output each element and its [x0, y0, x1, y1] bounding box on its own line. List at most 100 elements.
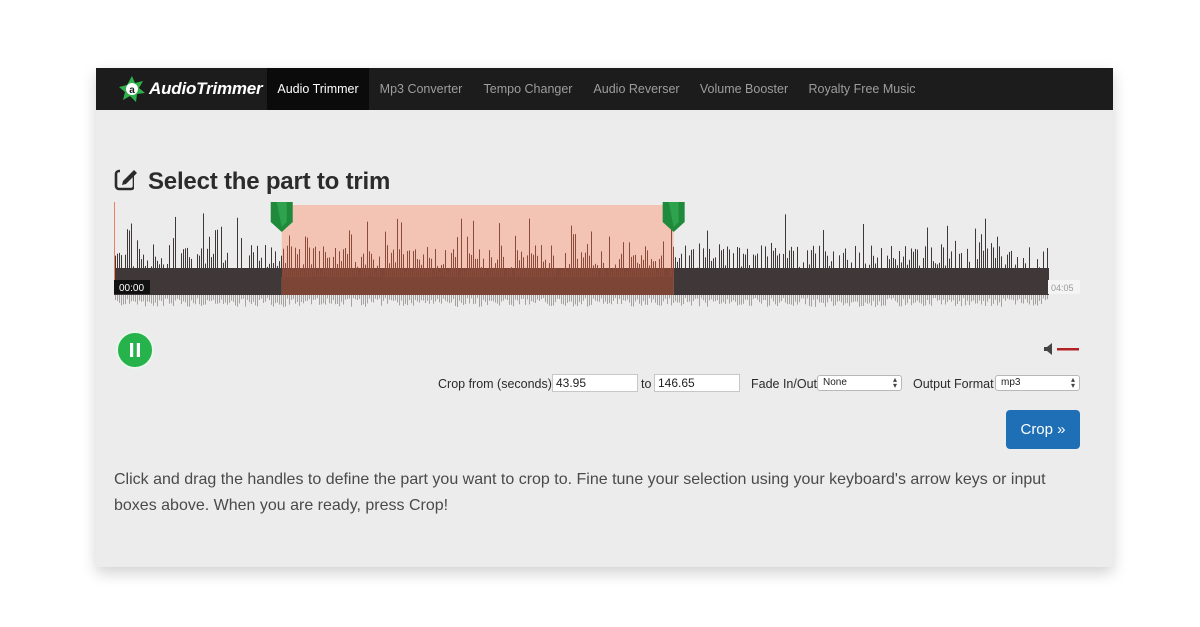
waveform-bar: [635, 254, 636, 277]
waveform-bar: [535, 245, 536, 277]
waveform-reflection: [135, 295, 136, 302]
waveform-reflection: [1007, 295, 1008, 299]
volume-slider[interactable]: [1057, 348, 1079, 351]
waveform-reflection: [885, 295, 886, 306]
waveform-bar: [411, 270, 412, 277]
nav-item-audio-trimmer[interactable]: Audio Trimmer: [267, 68, 369, 110]
waveform-bar: [565, 252, 566, 277]
waveform-bar: [655, 261, 656, 277]
waveform-reflection: [617, 295, 618, 304]
waveform-bar: [501, 245, 502, 277]
waveform-bar: [681, 253, 682, 277]
waveform-reflection: [745, 295, 746, 300]
waveform-bar: [735, 274, 736, 277]
volume-control[interactable]: [1044, 343, 1080, 355]
crop-from-input[interactable]: [552, 374, 638, 392]
speaker-icon: [1044, 343, 1052, 355]
waveform-bar: [333, 256, 334, 277]
waveform-reflection: [699, 295, 700, 307]
waveform-reflection: [1013, 295, 1014, 301]
waveform-bar: [203, 213, 204, 277]
waveform-reflection: [703, 295, 704, 301]
logo-icon: a: [118, 75, 146, 103]
waveform-reflection: [337, 295, 338, 304]
waveform-bar: [831, 261, 832, 277]
waveform-reflection: [871, 295, 872, 306]
waveform-reflection: [919, 295, 920, 303]
waveform-reflection: [1009, 295, 1010, 300]
waveform-reflection: [1047, 295, 1048, 300]
waveform-bar: [771, 242, 772, 277]
crop-button[interactable]: Crop »: [1006, 410, 1080, 449]
waveform-reflection: [321, 295, 322, 305]
svg-text:a: a: [129, 85, 135, 96]
waveform-bar: [673, 246, 674, 277]
waveform[interactable]: 00:00 04:05: [114, 202, 1084, 312]
waveform-bar: [651, 259, 652, 277]
waveform-reflection: [453, 295, 454, 300]
waveform-bar: [339, 251, 340, 277]
waveform-bar: [297, 254, 298, 277]
waveform-bar: [525, 267, 526, 277]
waveform-bar: [579, 271, 580, 277]
waveform-reflection: [779, 295, 780, 303]
svg-text:00:00: 00:00: [119, 283, 144, 294]
waveform-bar: [973, 271, 974, 277]
crop-controls: Crop from (seconds): to Fade In/Out None…: [96, 374, 1113, 394]
waveform-reflection: [877, 295, 878, 306]
fade-select[interactable]: None ▴ ▾: [817, 375, 902, 391]
waveform-bar: [511, 267, 512, 277]
waveform-bar: [151, 266, 152, 277]
nav-item-mp3-converter[interactable]: Mp3 Converter: [369, 68, 473, 110]
waveform-reflection: [615, 295, 616, 299]
waveform-bar: [803, 262, 804, 277]
waveform-reflection: [533, 295, 534, 303]
waveform-reflection: [165, 295, 166, 299]
waveform-reflection: [553, 295, 554, 306]
nav-item-audio-reverser[interactable]: Audio Reverser: [583, 68, 690, 110]
waveform-reflection: [277, 295, 278, 303]
waveform-bar: [747, 248, 748, 277]
waveform-reflection: [585, 295, 586, 299]
crop-to-input[interactable]: [654, 374, 740, 392]
pause-button[interactable]: [116, 331, 154, 369]
waveform-reflection: [119, 295, 120, 303]
nav-item-volume-booster[interactable]: Volume Booster: [690, 68, 798, 110]
waveform-bar: [837, 268, 838, 277]
waveform-reflection: [293, 295, 294, 299]
help-text: Click and drag the handles to define the…: [114, 471, 1046, 514]
waveform-bar: [523, 257, 524, 277]
waveform-bar: [939, 262, 940, 277]
waveform-reflection: [581, 295, 582, 305]
waveform-reflection: [449, 295, 450, 304]
waveform-bar: [945, 265, 946, 277]
waveform-bar: [491, 257, 492, 277]
waveform-reflection: [685, 295, 686, 299]
nav-item-tempo-changer[interactable]: Tempo Changer: [473, 68, 583, 110]
waveform-bar: [481, 267, 482, 277]
waveform-bar: [231, 270, 232, 277]
waveform-reflection: [625, 295, 626, 301]
output-format-select[interactable]: mp3 ▴ ▾: [995, 375, 1080, 391]
waveform-bar: [429, 257, 430, 277]
waveform-bar: [509, 268, 510, 277]
waveform-bar: [997, 236, 998, 277]
waveform-reflection: [993, 295, 994, 304]
logo[interactable]: a AudioTrimmer: [118, 75, 263, 103]
waveform-reflection: [717, 295, 718, 301]
waveform-reflection: [1001, 295, 1002, 307]
waveform-bar: [901, 262, 902, 277]
waveform-bar: [247, 270, 248, 277]
waveform-reflection: [667, 295, 668, 305]
waveform-reflection: [827, 295, 828, 303]
waveform-reflection: [175, 295, 176, 301]
waveform-bar: [763, 275, 764, 277]
waveform-reflection: [225, 295, 226, 303]
waveform-bar: [769, 271, 770, 277]
waveform-reflection: [671, 295, 672, 306]
waveform-bar: [693, 249, 694, 277]
nav-item-royalty-free-music[interactable]: Royalty Free Music: [798, 68, 926, 110]
waveform-reflection: [973, 295, 974, 301]
waveform-bar: [201, 248, 202, 277]
app-window: a AudioTrimmer Audio Trimmer Mp3 Convert…: [96, 68, 1113, 567]
